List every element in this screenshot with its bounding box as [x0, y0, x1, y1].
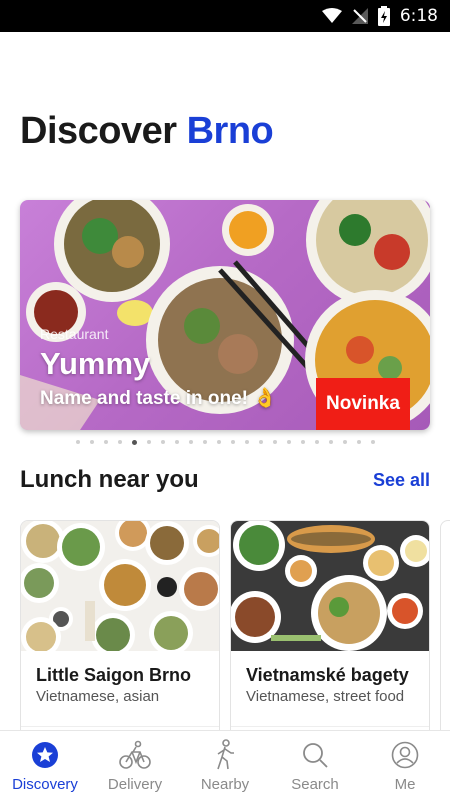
- restaurant-cuisine: Vietnamese, street food: [246, 688, 405, 705]
- card-divider: [21, 726, 219, 727]
- carousel-dot[interactable]: [300, 440, 305, 444]
- carousel-dot[interactable]: [216, 440, 221, 444]
- status-time: 6:18: [399, 6, 438, 26]
- tab-label: Search: [291, 776, 339, 793]
- restaurant-name: Little Saigon Brno: [36, 665, 191, 685]
- tab-label: Discovery: [12, 776, 78, 793]
- carousel-dot[interactable]: [314, 440, 319, 444]
- carousel-dot[interactable]: [370, 440, 375, 444]
- tab-search[interactable]: Search: [270, 731, 360, 800]
- tab-discovery[interactable]: Discovery: [0, 731, 90, 800]
- carousel-dot[interactable]: [272, 440, 277, 444]
- tab-nearby[interactable]: Nearby: [180, 731, 270, 800]
- hero-overline: Restaurant: [40, 326, 109, 342]
- carousel-dot[interactable]: [328, 440, 333, 444]
- tab-delivery[interactable]: Delivery: [90, 731, 180, 800]
- page-title-city[interactable]: Brno: [187, 110, 274, 152]
- carousel-dot[interactable]: [131, 439, 137, 445]
- tab-label: Delivery: [107, 776, 163, 793]
- carousel-dot[interactable]: [202, 440, 207, 444]
- carousel-dot[interactable]: [342, 440, 347, 444]
- carousel-dot[interactable]: [146, 440, 151, 444]
- status-bar: 6:18: [0, 0, 450, 32]
- carousel-dot[interactable]: [258, 440, 263, 444]
- hero-title: Yummy: [40, 346, 151, 381]
- carousel-dot[interactable]: [230, 440, 235, 444]
- see-all-link[interactable]: See all: [373, 470, 430, 491]
- page-title: Discover Brno: [20, 110, 274, 153]
- bottom-tab-bar: Discovery Delivery Nearby Search Me: [0, 730, 450, 800]
- card-divider: [231, 726, 429, 727]
- carousel-dot[interactable]: [356, 440, 361, 444]
- user-icon: [389, 739, 421, 771]
- carousel-dot[interactable]: [160, 440, 165, 444]
- star-badge-icon: [29, 739, 61, 771]
- restaurant-cuisine: Vietnamese, asian: [36, 688, 160, 705]
- carousel-dot[interactable]: [244, 440, 249, 444]
- restaurant-card[interactable]: Little Saigon Brno Vietnamese, asian: [20, 520, 220, 750]
- tab-label: Nearby: [200, 776, 250, 793]
- carousel-dot[interactable]: [286, 440, 291, 444]
- new-badge: Novinka: [316, 378, 410, 430]
- tab-me[interactable]: Me: [360, 731, 450, 800]
- restaurant-card[interactable]: Vietnamské bagety Vietnamese, street foo…: [230, 520, 430, 750]
- walking-person-icon: [209, 739, 241, 771]
- carousel-dot[interactable]: [103, 440, 108, 444]
- tab-label: Me: [394, 776, 416, 793]
- carousel-page-indicator: [0, 439, 450, 445]
- wifi-icon: [321, 8, 342, 24]
- restaurant-photo: [441, 521, 450, 651]
- restaurant-photo: [21, 521, 219, 651]
- restaurant-card-partial[interactable]: [440, 520, 450, 750]
- section-title: Lunch near you: [20, 466, 199, 493]
- no-signal-icon: [351, 8, 368, 24]
- carousel-dot[interactable]: [75, 440, 80, 444]
- bicycle-icon: [119, 739, 151, 771]
- carousel-dot[interactable]: [174, 440, 179, 444]
- search-icon: [299, 739, 331, 771]
- restaurant-photo: [231, 521, 429, 651]
- carousel-dot[interactable]: [117, 440, 122, 444]
- restaurant-name: Vietnamské bagety: [246, 665, 409, 685]
- carousel-dot[interactable]: [89, 440, 94, 444]
- hero-carousel-card[interactable]: Restaurant Yummy Name and taste in one! …: [20, 200, 430, 430]
- hero-subtitle: Name and taste in one! 👌: [40, 388, 277, 409]
- carousel-dot[interactable]: [188, 440, 193, 444]
- page-title-prefix: Discover: [20, 110, 177, 152]
- battery-charging-icon: [377, 6, 390, 26]
